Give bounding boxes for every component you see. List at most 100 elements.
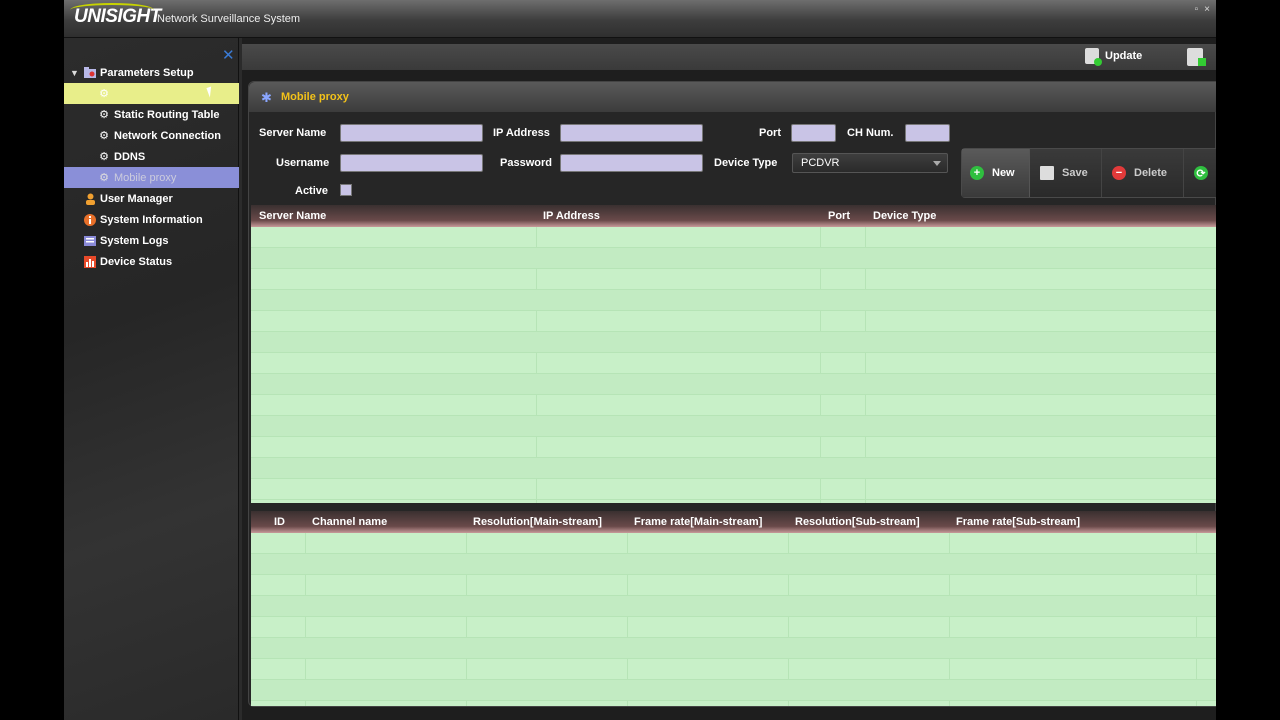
table-row[interactable] [251, 680, 1216, 701]
save-icon [1040, 166, 1054, 180]
active-checkbox[interactable] [340, 184, 352, 196]
table-row[interactable] [251, 617, 1216, 638]
sidebar: ✕ ▼ Parameters Setup ⚙ ⚙ Static Routing … [64, 38, 239, 720]
table-row[interactable] [251, 269, 1216, 290]
tree-node-label: System Information [100, 213, 203, 226]
column-header[interactable]: Port [828, 210, 850, 222]
active-label: Active [295, 185, 329, 197]
server-name-label: Server Name [259, 127, 327, 139]
tree-node-system-information[interactable]: System Information [64, 209, 239, 230]
tree-item-label: DDNS [114, 150, 146, 163]
column-header[interactable]: ID [274, 516, 285, 528]
action-toolbar: + New Save − Delete ⟳ [961, 148, 1216, 198]
port-field[interactable] [791, 124, 836, 142]
table-row[interactable] [251, 437, 1216, 458]
tree-node-label: Device Status [100, 255, 173, 268]
column-header[interactable]: Resolution[Sub-stream] [795, 516, 920, 528]
restore-icon[interactable]: ▫ [1195, 4, 1199, 15]
ip-address-field[interactable] [560, 124, 703, 142]
table-row[interactable] [251, 332, 1216, 353]
server-name-field[interactable] [340, 124, 483, 142]
delete-label: Delete [1134, 167, 1168, 179]
ip-address-label: IP Address [493, 127, 550, 139]
gear-icon: ⚙ [99, 172, 109, 184]
gear-icon: ⚙ [99, 130, 109, 142]
table-row[interactable] [251, 533, 1216, 554]
tree-node-parameters-setup[interactable]: ▼ Parameters Setup [64, 62, 239, 83]
update-icon [1085, 48, 1102, 66]
table-row[interactable] [251, 353, 1216, 374]
plus-icon: + [970, 166, 984, 180]
username-label: Username [276, 157, 330, 169]
tree-item-static-routing-table[interactable]: ⚙ Static Routing Table [64, 104, 239, 125]
save-button[interactable]: Save [1032, 149, 1102, 197]
gear-icon: ⚙ [99, 109, 109, 121]
logs-icon [84, 235, 96, 247]
panel-title: Mobile proxy [281, 91, 349, 103]
column-header[interactable]: IP Address [543, 210, 600, 222]
gear-icon: ⚙ [99, 151, 109, 163]
password-label: Password [500, 157, 552, 169]
username-field[interactable] [340, 154, 483, 172]
column-header[interactable]: Server Name [259, 210, 326, 222]
top-toolbar: Update [242, 44, 1216, 70]
column-header[interactable]: Frame rate[Sub-stream] [956, 516, 1080, 528]
close-window-icon[interactable]: × [1204, 4, 1210, 15]
table-row[interactable] [251, 554, 1216, 575]
tree-item-mobile-proxy[interactable]: ⚙ Mobile proxy [64, 167, 239, 188]
tree-item-ddns[interactable]: ⚙ DDNS [64, 146, 239, 167]
table-row[interactable] [251, 248, 1216, 269]
nav-tree: ▼ Parameters Setup ⚙ ⚙ Static Routing Ta… [64, 62, 239, 272]
tree-node-user-manager[interactable]: User Manager [64, 188, 239, 209]
ch-num-field[interactable] [905, 124, 950, 142]
exit-icon[interactable] [1187, 48, 1206, 66]
ch-num-label: CH Num. [847, 127, 894, 139]
tree-node-label: System Logs [100, 234, 169, 247]
update-label: Update [1105, 50, 1143, 62]
new-button[interactable]: + New [962, 149, 1030, 197]
server-table: Server Name IP Address Port Device Type [251, 205, 1216, 503]
user-icon [84, 193, 96, 205]
table-row[interactable] [251, 659, 1216, 680]
tree-node-system-logs[interactable]: System Logs [64, 230, 239, 251]
title-bar: UNISIGHT Network Surveillance System ▫ × [64, 0, 1216, 38]
tree-item-network-connection[interactable]: ⚙ Network Connection [64, 125, 239, 146]
port-label: Port [759, 127, 781, 139]
panel-header: ✱ Mobile proxy [249, 82, 1216, 112]
password-field[interactable] [560, 154, 703, 172]
column-header[interactable]: Resolution[Main-stream] [473, 516, 602, 528]
expand-triangle-icon[interactable]: ▼ [70, 68, 80, 78]
save-label: Save [1062, 167, 1088, 179]
main-area: Update ✱ Mobile proxy Server Name IP Add… [242, 38, 1216, 720]
column-header[interactable]: Frame rate[Main-stream] [634, 516, 762, 528]
table-row[interactable] [251, 227, 1216, 248]
table-row[interactable] [251, 374, 1216, 395]
settings-folder-icon [84, 67, 96, 79]
device-type-value: PCDVR [801, 157, 840, 169]
table-row[interactable] [251, 395, 1216, 416]
column-header[interactable]: Channel name [312, 516, 387, 528]
tree-item-hovered[interactable]: ⚙ [64, 83, 239, 104]
refresh-button[interactable]: ⟳ [1186, 149, 1216, 197]
app-logo: UNISIGHT [70, 3, 161, 28]
table-row[interactable] [251, 311, 1216, 332]
table-row[interactable] [251, 596, 1216, 617]
delete-button[interactable]: − Delete [1104, 149, 1184, 197]
column-header[interactable]: Device Type [873, 210, 936, 222]
new-label: New [992, 167, 1015, 179]
table-row[interactable] [251, 638, 1216, 659]
mobile-proxy-panel: ✱ Mobile proxy Server Name IP Address Po… [248, 81, 1216, 707]
app-window: UNISIGHT Network Surveillance System ▫ ×… [64, 0, 1216, 720]
table-row[interactable] [251, 458, 1216, 479]
tree-item-label: Network Connection [114, 129, 221, 142]
table-row[interactable] [251, 290, 1216, 311]
update-button[interactable]: Update [1085, 48, 1143, 66]
table-row[interactable] [251, 479, 1216, 500]
table-row[interactable] [251, 416, 1216, 437]
table-row[interactable] [251, 575, 1216, 596]
device-type-select[interactable]: PCDVR [792, 153, 948, 173]
tree-node-device-status[interactable]: Device Status [64, 251, 239, 272]
device-type-label: Device Type [714, 157, 778, 169]
channel-table-header: ID Channel name Resolution[Main-stream] … [251, 511, 1216, 533]
refresh-icon: ⟳ [1194, 166, 1208, 180]
